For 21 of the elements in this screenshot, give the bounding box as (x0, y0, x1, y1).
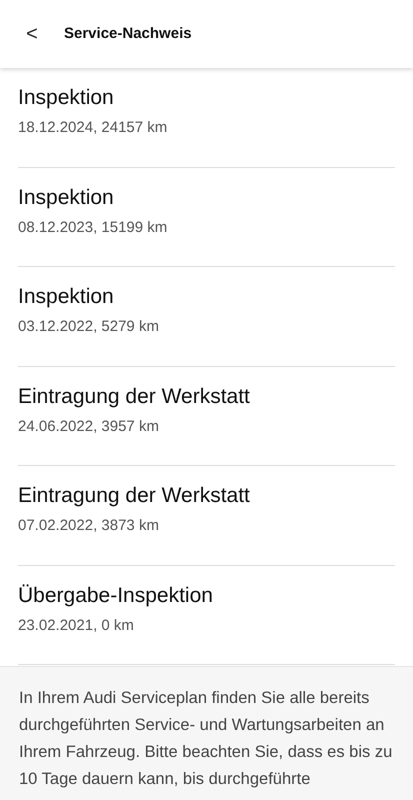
service-entry[interactable]: Übergabe-Inspektion 23.02.2021, 0 km (18, 566, 395, 665)
entry-title: Inspektion (18, 85, 115, 111)
entry-title: Eintragung der Werkstatt (18, 483, 251, 509)
entry-detail: 24.06.2022, 3957 km (18, 416, 160, 436)
entry-title: Inspektion (18, 184, 115, 210)
service-entry[interactable]: Inspektion 18.12.2024, 24157 km (18, 68, 395, 168)
entry-detail: 23.02.2021, 0 km (18, 616, 135, 636)
info-text: In Ihrem Audi Serviceplan finden Sie alle bereits durchgeführten Service- und Wartungsarbeiten an Ihrem Fahrzeug. Bitte beachten Sie, dass es bis zu 10 Tage dauern kann, bis durchgeführte (19, 688, 394, 790)
entry-title: Eintragung der Werkstatt (18, 384, 251, 410)
entry-detail: 07.02.2022, 3873 km (18, 516, 160, 536)
entry-title: Inspektion (18, 284, 115, 310)
service-entry[interactable]: Inspektion 03.12.2022, 5279 km (18, 267, 395, 366)
service-entry[interactable]: Eintragung der Werkstatt 07.02.2022, 3873 km (18, 466, 395, 566)
entry-detail: 18.12.2024, 24157 km (18, 118, 168, 138)
entry-detail: 03.12.2022, 5279 km (18, 317, 160, 337)
entry-detail: 08.12.2023, 15199 km (18, 218, 168, 238)
page-title: Service-Nachweis (64, 24, 192, 44)
service-entry[interactable]: Eintragung der Werkstatt 24.06.2022, 3957 km (18, 366, 395, 466)
back-button[interactable]: < (22, 24, 42, 44)
service-entry[interactable]: Inspektion 08.12.2023, 15199 km (18, 168, 395, 267)
entry-title: Übergabe-Inspektion (18, 582, 214, 608)
